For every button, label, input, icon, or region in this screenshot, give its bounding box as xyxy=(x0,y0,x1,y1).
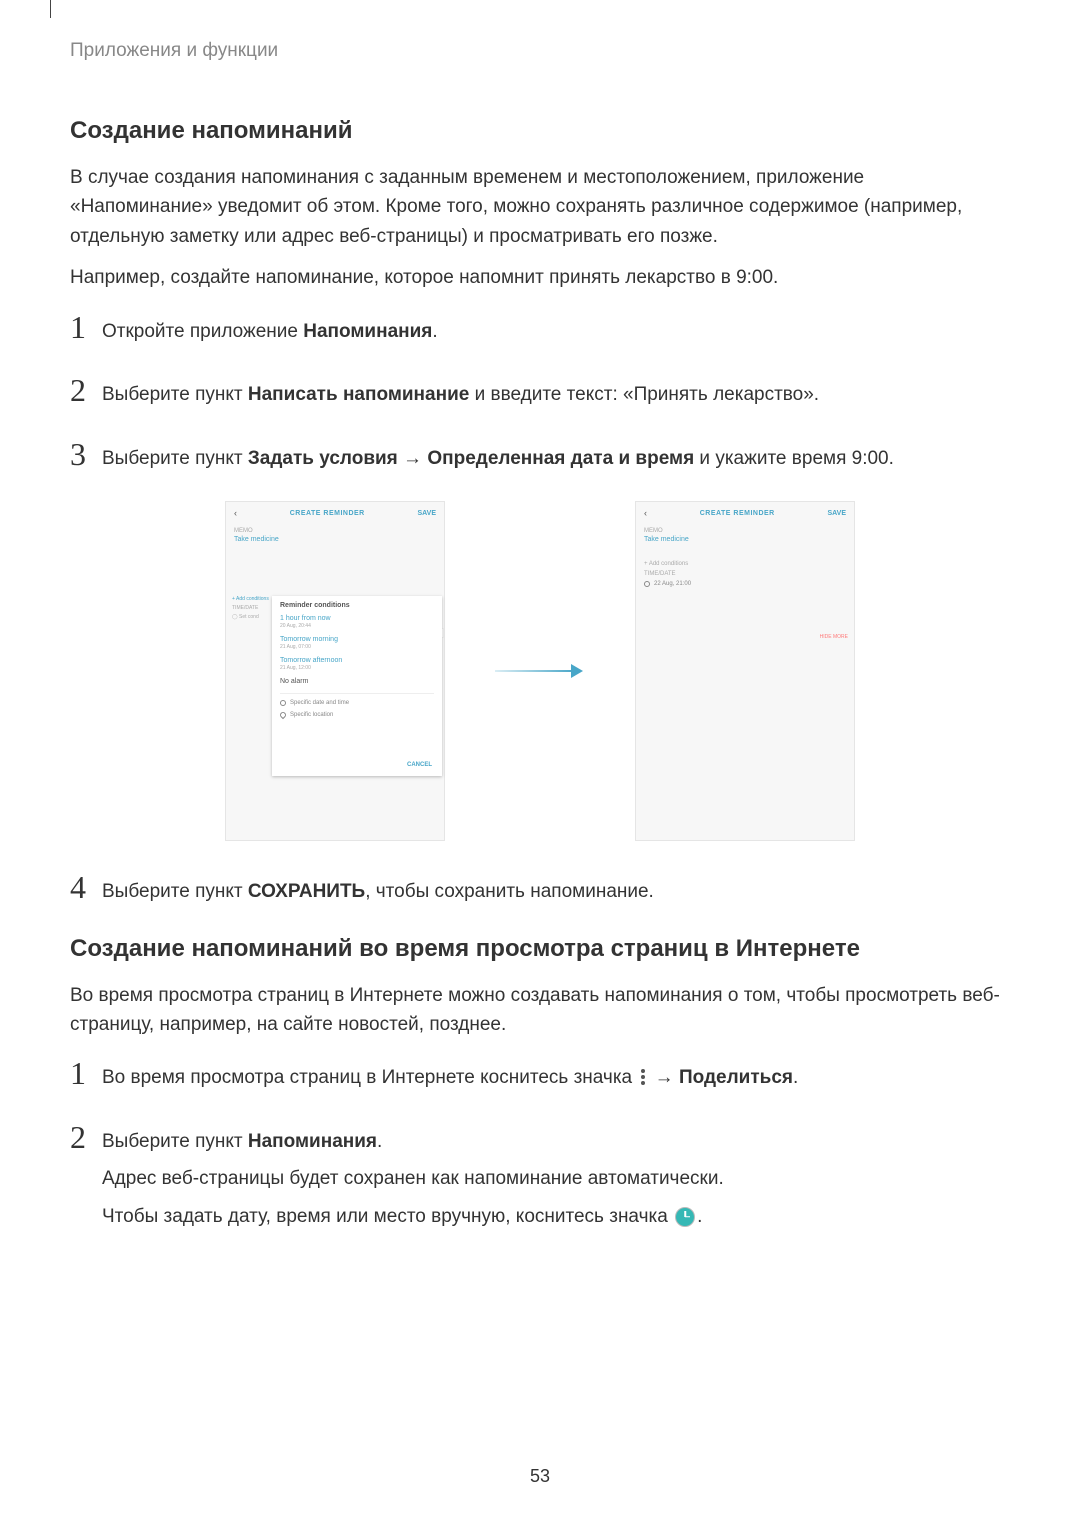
popup-option-sub: 20 Aug, 20:44 xyxy=(280,623,434,629)
memo-text[interactable]: Take medicine xyxy=(636,534,854,551)
add-conditions: + Add conditions xyxy=(232,596,270,602)
text: Выберите пункт xyxy=(102,448,248,469)
popup-option[interactable]: 1 hour from now xyxy=(280,615,434,622)
text: , чтобы сохранить напоминание. xyxy=(365,881,654,902)
section2-step-2: 2 Выберите пункт Напоминания. Адрес веб-… xyxy=(70,1121,1010,1231)
section2-paragraph: Во время просмотра страниц в Интернете м… xyxy=(70,981,1010,1040)
clock-icon xyxy=(644,581,650,587)
popup-option[interactable]: Tomorrow morning xyxy=(280,636,434,643)
step-1-text: Откройте приложение Напоминания. xyxy=(102,311,1010,346)
side-column: + Add conditions TIME/DATE ◯ Set cond xyxy=(232,596,270,623)
page-container: Приложения и функции Создание напоминани… xyxy=(0,0,1080,1231)
save-button[interactable]: SAVE xyxy=(417,510,436,517)
popup-cancel-button[interactable]: CANCEL xyxy=(407,762,432,768)
page-number: 53 xyxy=(0,1466,1080,1487)
popup-option[interactable]: Tomorrow afternoon xyxy=(280,657,434,664)
step-sub-paragraph: Чтобы задать дату, время или место вручн… xyxy=(102,1202,1010,1231)
bold-reminders: Напоминания xyxy=(248,1131,377,1152)
back-icon[interactable]: ‹ xyxy=(234,508,237,518)
bold-save: СОХРАНИТЬ xyxy=(248,881,365,902)
clock-icon xyxy=(280,700,286,706)
memo-text[interactable]: Take medicine xyxy=(226,534,444,551)
text: Откройте приложение xyxy=(102,321,303,342)
step-2: 2 Выберите пункт Написать напоминание и … xyxy=(70,374,1010,409)
text: Выберите пункт xyxy=(102,1131,248,1152)
section2-step-1-text: Во время просмотра страниц в Интернете к… xyxy=(102,1057,1010,1092)
step-2-text: Выберите пункт Написать напоминание и вв… xyxy=(102,374,1010,409)
popup-specific-location[interactable]: Specific location xyxy=(280,712,434,718)
conditions-popup: Reminder conditions 1 hour from now 20 A… xyxy=(272,596,442,776)
hide-more-tag: HIDE MORE xyxy=(820,634,848,640)
bold-specific-date-time: Определенная дата и время xyxy=(427,448,694,469)
reminder-clock-icon[interactable] xyxy=(675,1207,695,1227)
timedate-label: TIME/DATE xyxy=(636,571,854,577)
bold-share: Поделиться xyxy=(679,1067,793,1088)
arrow-text: → xyxy=(398,448,428,469)
text: и укажите время 9:00. xyxy=(694,448,894,469)
popup-option-sub: 21 Aug, 12:00 xyxy=(280,665,434,671)
set-cond-row: ◯ Set cond xyxy=(232,614,270,620)
step-number: 2 xyxy=(70,1121,102,1153)
bold-write-reminder: Написать напоминание xyxy=(248,384,469,405)
text: и введите текст: «Принять лекарство». xyxy=(469,384,819,405)
text: Во время просмотра страниц в Интернете к… xyxy=(102,1067,637,1088)
text: Чтобы задать дату, время или место вручн… xyxy=(102,1206,673,1227)
add-conditions[interactable]: + Add conditions xyxy=(636,561,854,567)
section-heading-internet-reminders: Создание напоминаний во время просмотра … xyxy=(70,935,1010,963)
step-number: 4 xyxy=(70,871,102,903)
step-number: 3 xyxy=(70,438,102,470)
text: . xyxy=(377,1131,382,1152)
section2-step-1: 1 Во время просмотра страниц в Интернете… xyxy=(70,1057,1010,1092)
intro-paragraph-2: Например, создайте напоминание, которое … xyxy=(70,263,1010,292)
text: . xyxy=(432,321,437,342)
step-number: 2 xyxy=(70,374,102,406)
back-icon[interactable]: ‹ xyxy=(644,508,647,518)
screen-title: CREATE REMINDER xyxy=(700,510,775,517)
bold-reminders: Напоминания xyxy=(303,321,432,342)
section-heading-create-reminders: Создание напоминаний xyxy=(70,117,1010,145)
step-3-text: Выберите пункт Задать условия → Определе… xyxy=(102,438,1010,473)
popup-specific-date[interactable]: Specific date and time xyxy=(280,700,434,706)
location-pin-icon xyxy=(279,711,287,719)
popup-option-sub: 21 Aug, 07:00 xyxy=(280,644,434,650)
flow-arrow-icon xyxy=(495,664,585,678)
more-options-icon[interactable] xyxy=(641,1069,645,1087)
timedate-label: TIME/DATE xyxy=(232,605,270,611)
popup-option-no-alarm[interactable]: No alarm xyxy=(280,678,434,685)
text: Выберите пункт xyxy=(102,881,248,902)
text: . xyxy=(697,1206,702,1227)
section2-step-2-text: Выберите пункт Напоминания. Адрес веб-ст… xyxy=(102,1121,1010,1231)
intro-paragraph-1: В случае создания напоминания с заданным… xyxy=(70,163,1010,251)
step-number: 1 xyxy=(70,1057,102,1089)
date-time-row[interactable]: 22 Aug, 21:00 xyxy=(636,581,854,587)
step-1: 1 Откройте приложение Напоминания. xyxy=(70,311,1010,346)
step-3: 3 Выберите пункт Задать условия → Опреде… xyxy=(70,438,1010,473)
screen-title: CREATE REMINDER xyxy=(290,510,365,517)
phone-screenshot-right: ‹ CREATE REMINDER SAVE MEMO Take medicin… xyxy=(635,501,855,841)
screenshot-figure: ‹ CREATE REMINDER SAVE MEMO Take medicin… xyxy=(70,501,1010,841)
save-button[interactable]: SAVE xyxy=(827,510,846,517)
step-4: 4 Выберите пункт СОХРАНИТЬ, чтобы сохран… xyxy=(70,871,1010,906)
popup-title: Reminder conditions xyxy=(280,602,434,609)
step-number: 1 xyxy=(70,311,102,343)
breadcrumb: Приложения и функции xyxy=(70,40,1010,62)
bold-set-conditions: Задать условия xyxy=(248,448,398,469)
text: . xyxy=(793,1067,798,1088)
page-top-marker xyxy=(50,0,51,18)
text: Выберите пункт xyxy=(102,384,248,405)
phone-screenshot-left: ‹ CREATE REMINDER SAVE MEMO Take medicin… xyxy=(225,501,445,841)
step-4-text: Выберите пункт СОХРАНИТЬ, чтобы сохранит… xyxy=(102,871,1010,906)
arrow-text: → xyxy=(649,1067,679,1088)
step-sub-paragraph: Адрес веб-страницы будет сохранен как на… xyxy=(102,1164,1010,1193)
